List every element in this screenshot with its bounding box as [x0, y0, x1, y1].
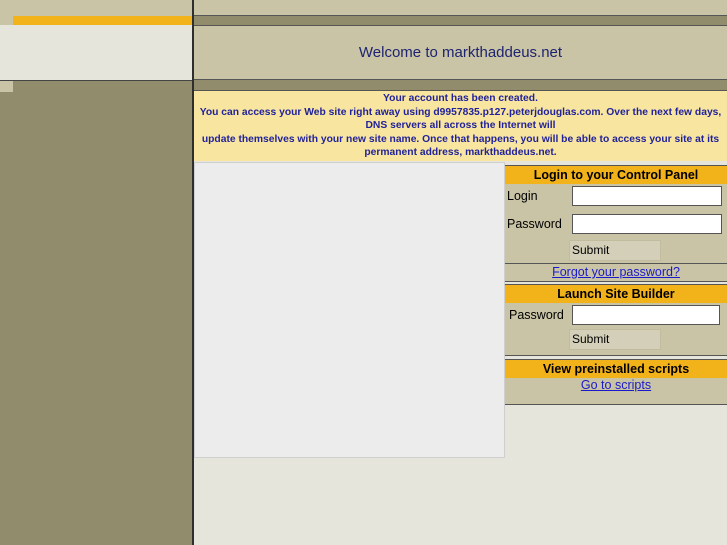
login-panel: Login to your Control Panel Login Passwo…	[505, 165, 727, 282]
login-form: Login Password Submit	[505, 184, 727, 263]
left-sidebar	[0, 92, 193, 545]
scripts-panel-title: View preinstalled scripts	[505, 359, 727, 379]
notice-line: permanent address, markthaddeus.net.	[364, 147, 557, 159]
site-builder-panel: Launch Site Builder Password Submit	[505, 284, 727, 357]
login-input[interactable]	[572, 186, 722, 206]
password-input[interactable]	[572, 214, 722, 234]
site-builder-title: Launch Site Builder	[505, 284, 727, 304]
scripts-panel: View preinstalled scripts Go to scripts	[505, 359, 727, 405]
left-logo-area	[0, 25, 193, 80]
main-content-panel	[194, 162, 505, 458]
left-corner-square	[0, 16, 13, 25]
top-bar	[194, 0, 727, 16]
login-panel-title: Login to your Control Panel	[505, 165, 727, 185]
notice-line: You can access your Web site right away …	[199, 106, 722, 118]
builder-password-input[interactable]	[572, 305, 720, 325]
left-dark-band	[0, 81, 193, 92]
header-dark-band	[194, 80, 727, 91]
forgot-password-link[interactable]: Forgot your password?	[552, 265, 680, 279]
header: Welcome to markthaddeus.net	[194, 26, 727, 80]
account-notice: Your account has been created. You can a…	[194, 91, 727, 161]
forgot-password-row: Forgot your password?	[505, 263, 727, 282]
builder-submit-button[interactable]: Submit	[569, 329, 661, 350]
scripts-body: Go to scripts	[505, 378, 727, 405]
notice-line: Your account has been created.	[383, 93, 538, 104]
notice-line: DNS servers all across the Internet will	[365, 120, 556, 132]
left-accent-stripe	[0, 16, 193, 25]
builder-password-label: Password	[509, 308, 564, 322]
login-label: Login	[507, 189, 538, 203]
login-submit-button[interactable]: Submit	[569, 240, 661, 261]
page-title: Welcome to markthaddeus.net	[358, 44, 563, 61]
left-corner-square-2	[0, 81, 13, 92]
site-builder-form: Password Submit	[505, 303, 727, 356]
top-bar-secondary	[194, 16, 727, 26]
left-header-band	[0, 0, 193, 16]
notice-line: update themselves with your new site nam…	[201, 133, 720, 145]
go-to-scripts-link[interactable]: Go to scripts	[581, 378, 651, 392]
password-label: Password	[507, 217, 562, 231]
